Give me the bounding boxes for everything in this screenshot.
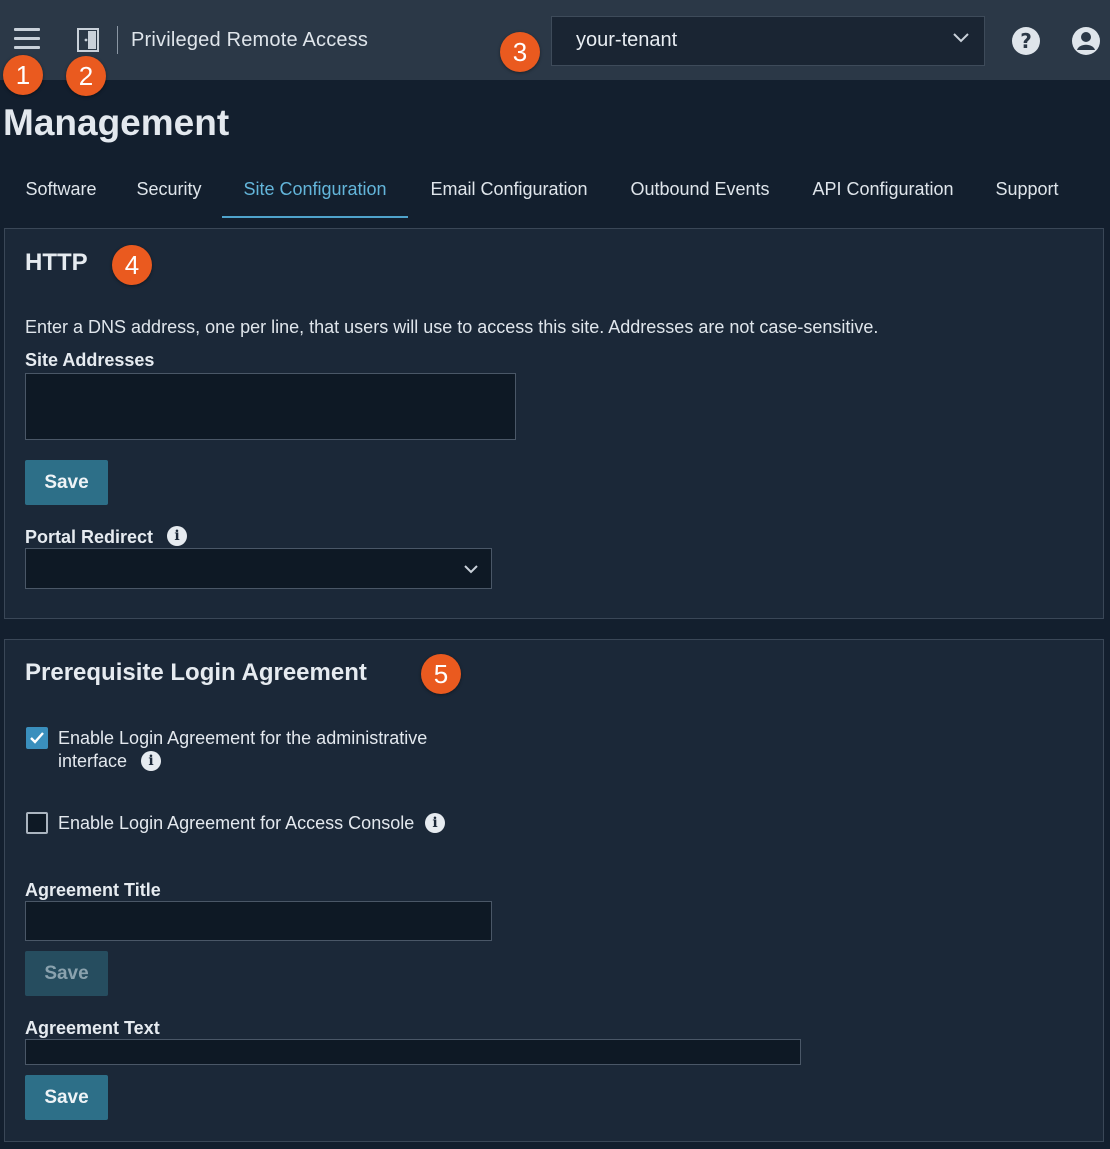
top-bar: Privileged Remote Access your-tenant ? bbox=[0, 0, 1110, 80]
callout-4: 4 bbox=[112, 245, 152, 285]
portal-redirect-label: Portal Redirect bbox=[25, 527, 154, 547]
help-icon[interactable]: ? bbox=[1011, 26, 1041, 56]
tab-outbound-events[interactable]: Outbound Events bbox=[628, 160, 772, 218]
login-agreement-title: Prerequisite Login Agreement bbox=[25, 659, 367, 686]
http-description: Enter a DNS address, one per line, that … bbox=[25, 317, 879, 337]
checkmark-icon bbox=[30, 732, 44, 744]
tab-software[interactable]: Software bbox=[24, 160, 98, 218]
http-panel: HTTP 4 Enter a DNS address, one per line… bbox=[4, 228, 1104, 619]
tab-email-configuration[interactable]: Email Configuration bbox=[428, 160, 590, 218]
tab-support[interactable]: Support bbox=[992, 160, 1062, 218]
enable-console-agreement-checkbox[interactable] bbox=[26, 812, 48, 834]
enable-console-agreement-info-icon[interactable]: i bbox=[425, 813, 445, 833]
tab-site-configuration[interactable]: Site Configuration bbox=[222, 160, 408, 218]
portal-redirect-info-icon[interactable]: i bbox=[167, 526, 187, 546]
enable-admin-agreement-label-line2: interface bbox=[58, 751, 128, 771]
tab-bar: Software Security Site Configuration Ema… bbox=[4, 160, 1104, 220]
chevron-down-icon bbox=[464, 565, 478, 574]
site-addresses-label: Site Addresses bbox=[25, 350, 155, 370]
page-title: Management bbox=[3, 102, 230, 143]
callout-3: 3 bbox=[500, 32, 540, 72]
callout-5: 5 bbox=[421, 654, 461, 694]
callout-2: 2 bbox=[66, 56, 106, 96]
tab-security[interactable]: Security bbox=[136, 160, 202, 218]
chevron-down-icon bbox=[953, 33, 969, 43]
user-icon[interactable] bbox=[1071, 26, 1101, 56]
http-title: HTTP bbox=[25, 249, 88, 276]
portal-redirect-select[interactable] bbox=[25, 548, 492, 589]
enable-admin-agreement-checkbox[interactable] bbox=[26, 727, 48, 749]
agreement-text-input[interactable] bbox=[25, 1039, 801, 1065]
header-divider bbox=[117, 26, 118, 54]
menu-icon[interactable] bbox=[14, 28, 40, 50]
enable-admin-agreement-info-icon[interactable]: i bbox=[141, 751, 161, 771]
save-agreement-title-button[interactable]: Save bbox=[25, 951, 108, 996]
save-agreement-text-button[interactable]: Save bbox=[25, 1075, 108, 1120]
agreement-title-input[interactable] bbox=[25, 901, 492, 941]
enable-console-agreement-label: Enable Login Agreement for Access Consol… bbox=[58, 813, 415, 833]
agreement-title-label: Agreement Title bbox=[25, 880, 161, 900]
tenant-value: your-tenant bbox=[576, 29, 678, 51]
enable-admin-agreement-label: Enable Login Agreement for the administr… bbox=[58, 728, 428, 748]
door-icon[interactable] bbox=[77, 28, 99, 52]
app-title: Privileged Remote Access bbox=[131, 29, 369, 51]
login-agreement-panel: Prerequisite Login Agreement 5 Enable Lo… bbox=[4, 639, 1104, 1142]
tab-api-configuration[interactable]: API Configuration bbox=[810, 160, 956, 218]
site-addresses-input[interactable] bbox=[25, 373, 516, 440]
svg-text:?: ? bbox=[1020, 29, 1032, 53]
tenant-select[interactable]: your-tenant bbox=[551, 16, 985, 66]
save-site-addresses-button[interactable]: Save bbox=[25, 460, 108, 505]
callout-1: 1 bbox=[3, 55, 43, 95]
agreement-text-label: Agreement Text bbox=[25, 1018, 160, 1038]
